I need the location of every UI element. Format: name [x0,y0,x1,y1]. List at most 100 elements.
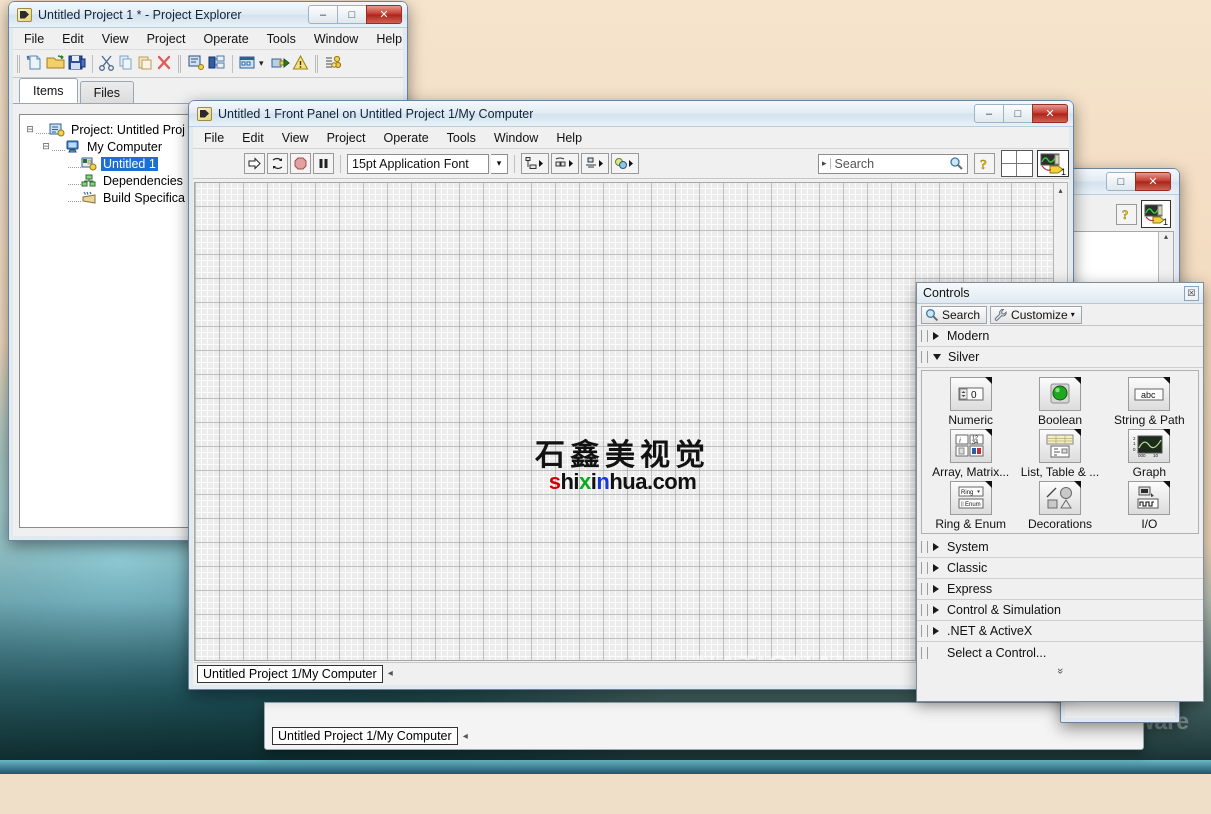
menu-project[interactable]: Project [318,129,375,147]
drag-grip-icon[interactable] [921,647,928,659]
silver-palette-body[interactable]: 0 Numeric Boolean abc String & Path [921,370,1199,534]
connector-pane-icon[interactable] [1001,150,1033,177]
toolbar-gripper-2[interactable] [178,55,181,73]
maximize-button[interactable]: □ [1106,172,1136,191]
save-project-icon[interactable] [67,53,87,75]
menu-operate[interactable]: Operate [374,129,437,147]
run-arrow-icon[interactable] [244,153,265,174]
boolean-led-icon[interactable] [1039,377,1081,411]
subpalette-corner-icon[interactable] [1074,377,1081,384]
chevron-right-icon[interactable] [933,585,939,593]
palette-category-silver[interactable]: Silver [917,347,1203,368]
palette-item-string-path[interactable]: abc String & Path [1105,377,1194,427]
expander-icon[interactable]: ⊟ [40,142,52,152]
warning-icon[interactable] [291,53,310,75]
deploy-icon[interactable] [270,53,290,75]
close-button[interactable]: ✕ [1032,104,1068,123]
menu-help[interactable]: Help [547,129,591,147]
menu-operate[interactable]: Operate [194,30,257,48]
io-icon[interactable] [1128,481,1170,515]
drag-grip-icon[interactable] [921,625,928,637]
chevron-right-icon[interactable] [933,627,939,635]
toolbar-gripper[interactable] [17,55,20,73]
tab-items[interactable]: Items [19,78,78,103]
subpalette-corner-icon[interactable] [985,481,992,488]
block-diagram-toolbar[interactable]: ? 1 [1066,199,1174,229]
drag-grip-icon[interactable] [921,562,928,574]
resize-objects-icon[interactable] [581,153,609,174]
palette-item-array-matrix[interactable]: i1234 Array, Matrix... [926,429,1015,479]
new-file-icon[interactable] [25,53,44,75]
menu-tools[interactable]: Tools [258,30,305,48]
taskbar[interactable] [0,760,1211,774]
subpalette-corner-icon[interactable] [1163,429,1170,436]
chevron-right-icon[interactable] [933,606,939,614]
menu-window[interactable]: Window [305,30,367,48]
scroll-up-arrow-icon[interactable]: ▴ [1054,183,1067,197]
silver-palette-grid[interactable]: 0 Numeric Boolean abc String & Path [926,377,1194,531]
palette-item-numeric[interactable]: 0 Numeric [926,377,1015,427]
menu-help[interactable]: Help [367,30,411,48]
graph-icon[interactable]: 21000010 [1128,429,1170,463]
chevron-right-icon[interactable] [933,332,939,340]
vi-icon-glyph[interactable]: 1 [1037,150,1069,177]
menu-window[interactable]: Window [485,129,547,147]
drag-grip-icon[interactable] [921,351,928,363]
close-button[interactable]: ✕ [366,5,402,24]
chevron-down-icon[interactable] [933,354,941,360]
array-matrix-icon[interactable]: i1234 [950,429,992,463]
search-input[interactable]: ▸ Search [818,154,968,174]
scroll-up-arrow-icon[interactable]: ▴ [1159,232,1173,246]
palette-item-ring-enum[interactable]: RingEnum Ring & Enum [926,481,1015,531]
close-button[interactable]: ✕ [1135,172,1171,191]
menu-edit[interactable]: Edit [233,129,273,147]
font-dropdown-caret-icon[interactable]: ▾ [491,154,508,174]
vi-icon-glyph[interactable]: 1 [1141,200,1171,228]
minimize-button[interactable]: – [974,104,1004,123]
front-panel-window-buttons[interactable]: – □ ✕ [975,104,1068,123]
controls-palette-toolbar[interactable]: Search Customize ▾ [917,304,1203,326]
chevron-right-icon[interactable] [933,564,939,572]
align-objects-icon[interactable] [521,153,549,174]
palette-more-chevron-icon[interactable]: » [1052,528,1068,814]
subpalette-corner-icon[interactable] [1074,481,1081,488]
run-continuously-icon[interactable] [267,153,288,174]
context-help-icon[interactable]: ? [1116,204,1137,225]
palette-item-boolean[interactable]: Boolean [1015,377,1104,427]
cut-icon[interactable] [98,53,116,75]
palette-customize-button[interactable]: Customize ▾ [990,306,1082,324]
subpalette-corner-icon[interactable] [1163,377,1170,384]
arrange-icon[interactable] [238,53,259,75]
status-scroll-tick-icon[interactable]: ◂ [388,668,393,679]
menu-file[interactable]: File [195,129,233,147]
project-explorer-titlebar[interactable]: Untitled Project 1 * - Project Explorer … [9,2,407,28]
arrange-dropdown-caret-icon[interactable]: ▾ [259,58,264,69]
menu-project[interactable]: Project [138,30,195,48]
project-explorer-toolbar[interactable]: ▾ [9,50,407,78]
drag-grip-icon[interactable] [921,604,928,616]
palette-category-modern[interactable]: Modern [917,326,1203,347]
block-diagram-window-buttons[interactable]: □ ✕ [1107,172,1171,191]
context-help-icon[interactable]: ? [974,153,995,174]
controls-palette-header[interactable]: Controls ☒ [917,283,1203,304]
palette-item-list-table[interactable]: List, Table & ... [1015,429,1104,479]
subpalette-corner-icon[interactable] [1163,481,1170,488]
palette-item-decorations[interactable]: Decorations [1015,481,1104,531]
distribute-objects-icon[interactable] [551,153,579,174]
list-table-icon[interactable] [1039,429,1081,463]
copy-icon[interactable] [117,53,135,75]
paste-icon[interactable] [136,53,154,75]
drag-grip-icon[interactable] [921,330,928,342]
string-path-icon[interactable]: abc [1128,377,1170,411]
menu-edit[interactable]: Edit [53,30,93,48]
ring-enum-icon[interactable]: RingEnum [950,481,992,515]
maximize-button[interactable]: □ [1003,104,1033,123]
toolbar-gripper-3[interactable] [315,55,318,73]
close-icon[interactable]: ☒ [1184,286,1199,301]
new-vi-icon[interactable] [186,53,206,75]
delete-icon[interactable] [155,53,173,75]
numeric-control-icon[interactable]: 0 [950,377,992,411]
minimize-button[interactable]: – [308,5,338,24]
font-selector[interactable]: 15pt Application Font [347,154,489,174]
front-panel-menubar[interactable]: File Edit View Project Operate Tools Win… [189,127,1073,149]
